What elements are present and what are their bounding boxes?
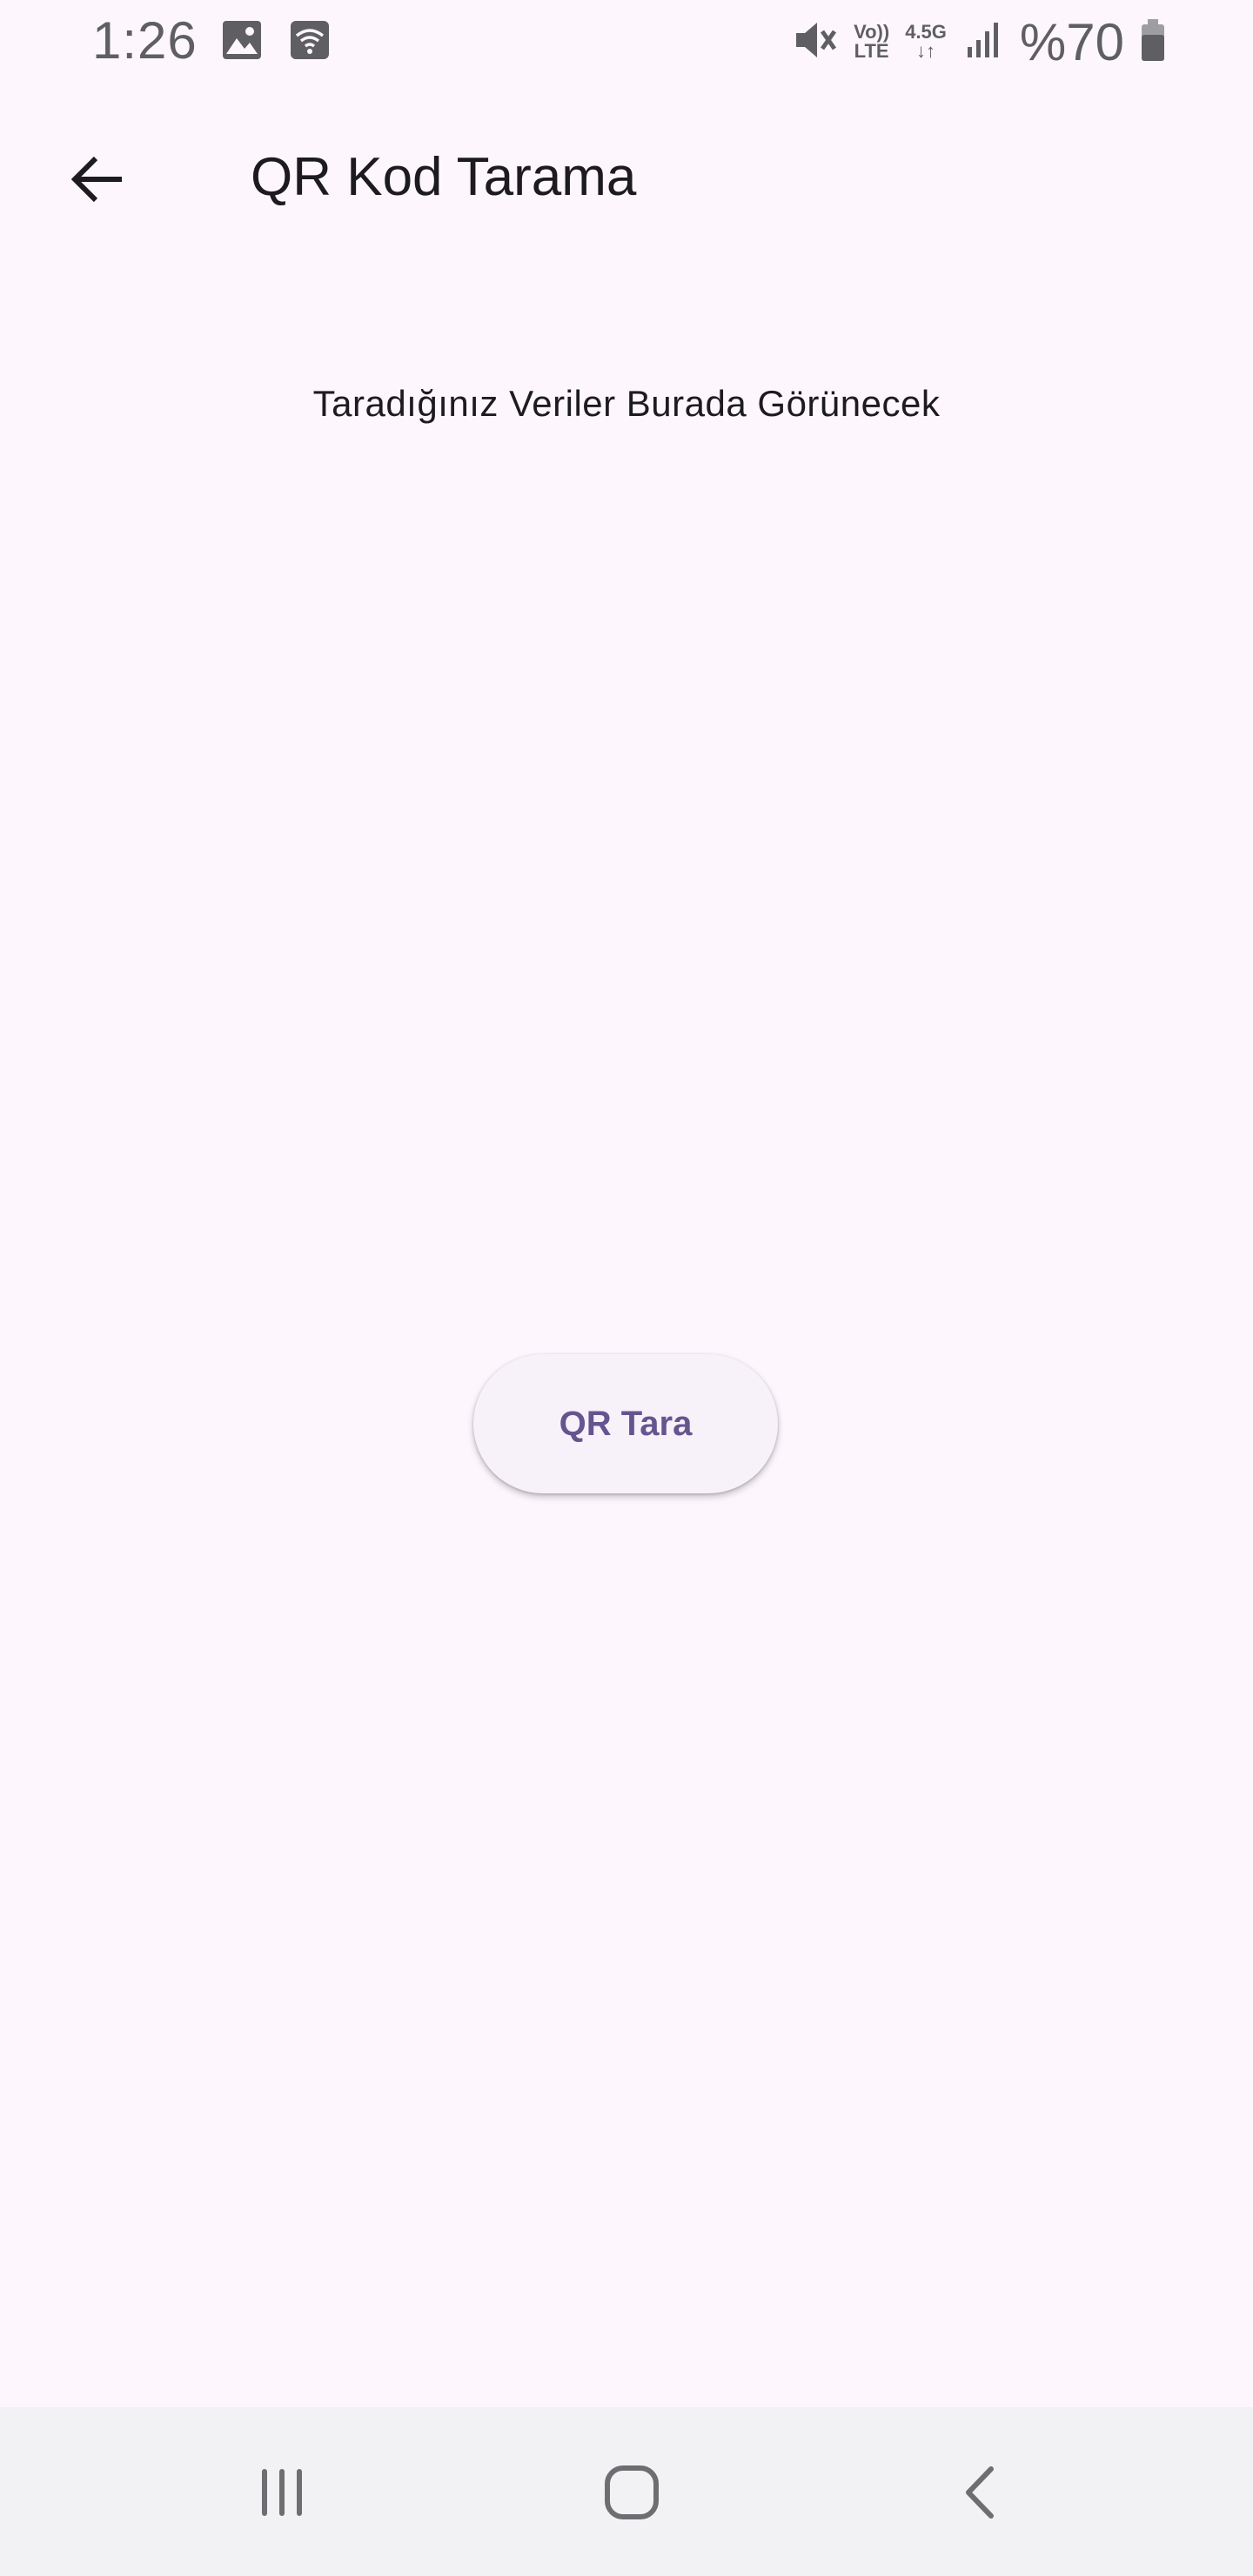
status-time: 1:26: [92, 11, 198, 70]
mute-icon: [793, 17, 838, 67]
screen: 1:26 Vo)) LTE 4.5G ↓↑ %70 QR Kod Tarama …: [0, 0, 1253, 2576]
wifi-icon: [289, 19, 331, 65]
page-title: QR Kod Tarama: [251, 147, 637, 207]
app-bar: QR Kod Tarama: [0, 84, 1253, 278]
scan-qr-button[interactable]: QR Tara: [473, 1354, 778, 1493]
system-nav-bar: [0, 2407, 1253, 2576]
recent-apps-button[interactable]: [230, 2451, 334, 2538]
network-type-text: 4.5G: [905, 21, 947, 43]
battery-percent: %70: [1019, 12, 1124, 71]
nav-back-button[interactable]: [929, 2451, 1034, 2538]
signal-icon: [962, 19, 1004, 65]
volte-indicator: Vo)) LTE: [854, 23, 889, 61]
scanned-data-text: Taradığınız Veriler Burada Görünecek: [312, 383, 941, 424]
network-type-indicator: 4.5G ↓↑: [905, 23, 947, 61]
battery-icon: [1140, 17, 1166, 67]
home-button[interactable]: [580, 2451, 684, 2538]
back-button[interactable]: [49, 139, 146, 223]
status-left-icons: [221, 19, 331, 65]
home-icon: [600, 2461, 663, 2528]
volte-top-text: Vo)): [854, 21, 890, 43]
recent-apps-icon: [251, 2462, 312, 2527]
status-bar: 1:26 Vo)) LTE 4.5G ↓↑ %70: [0, 0, 1253, 84]
image-icon: [221, 19, 263, 65]
volte-bottom-text: LTE: [854, 40, 889, 62]
back-icon: [951, 2462, 1012, 2527]
network-activity-arrows: ↓↑: [916, 40, 936, 62]
status-right-icons: Vo)) LTE 4.5G ↓↑ %70: [793, 13, 1166, 71]
arrow-back-icon: [66, 148, 129, 215]
